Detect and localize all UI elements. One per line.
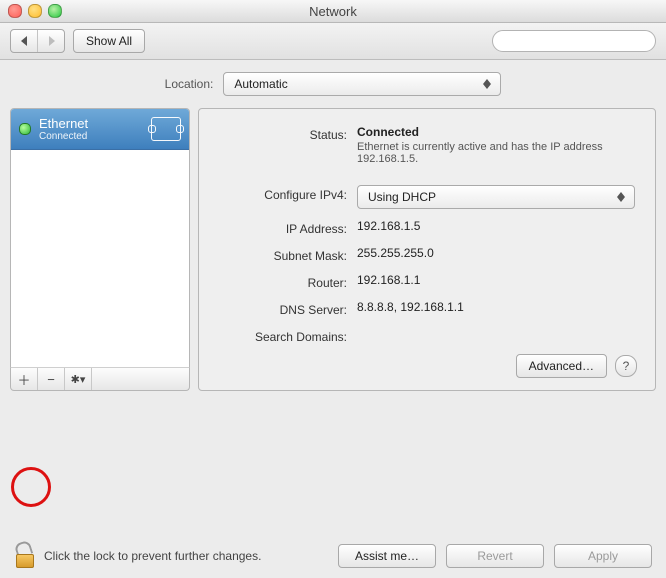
details-panel: Status: Connected Ethernet is currently … bbox=[198, 108, 656, 391]
nav-back-forward bbox=[10, 29, 65, 53]
lock-caption: Click the lock to prevent further change… bbox=[44, 549, 261, 563]
location-row: Location: Automatic bbox=[0, 60, 666, 108]
router-label: Router: bbox=[217, 273, 357, 290]
bottom-bar: Click the lock to prevent further change… bbox=[0, 534, 666, 578]
assist-me-button[interactable]: Assist me… bbox=[338, 544, 436, 568]
window-title: Network bbox=[0, 4, 666, 19]
toolbar: Show All bbox=[0, 23, 666, 60]
revert-button[interactable]: Revert bbox=[446, 544, 544, 568]
apply-button[interactable]: Apply bbox=[554, 544, 652, 568]
subnet-mask-label: Subnet Mask: bbox=[217, 246, 357, 263]
gear-icon: ✱▾ bbox=[71, 373, 86, 386]
dns-server-value: 8.8.8.8, 192.168.1.1 bbox=[357, 300, 637, 317]
search-input[interactable] bbox=[503, 33, 662, 49]
forward-button[interactable] bbox=[38, 30, 64, 52]
plus-icon: ＋ bbox=[17, 370, 30, 389]
status-label: Status: bbox=[217, 125, 357, 165]
ip-address-label: IP Address: bbox=[217, 219, 357, 236]
add-service-button[interactable]: ＋ bbox=[11, 368, 38, 390]
status-dot-green-icon bbox=[19, 123, 31, 135]
ethernet-icon bbox=[151, 117, 181, 141]
services-list[interactable]: Ethernet Connected bbox=[10, 108, 190, 368]
configure-ipv4-label: Configure IPv4: bbox=[217, 185, 357, 209]
service-actions-button[interactable]: ✱▾ bbox=[65, 368, 92, 390]
minus-icon: − bbox=[47, 372, 55, 387]
location-value: Automatic bbox=[234, 77, 287, 91]
services-list-footer: ＋ − ✱▾ bbox=[10, 367, 190, 391]
search-field[interactable] bbox=[492, 30, 656, 52]
status-value: Connected bbox=[357, 125, 637, 139]
service-row-ethernet[interactable]: Ethernet Connected bbox=[11, 109, 189, 150]
router-value: 192.168.1.1 bbox=[357, 273, 637, 290]
search-domains-label: Search Domains: bbox=[217, 327, 357, 344]
remove-service-button[interactable]: − bbox=[38, 368, 65, 390]
service-status: Connected bbox=[39, 131, 151, 142]
titlebar: Network bbox=[0, 0, 666, 23]
back-button[interactable] bbox=[11, 30, 38, 52]
configure-ipv4-value: Using DHCP bbox=[368, 190, 436, 204]
help-button[interactable]: ? bbox=[615, 355, 637, 377]
configure-ipv4-popup[interactable]: Using DHCP bbox=[357, 185, 635, 209]
chevron-updown-icon bbox=[614, 192, 628, 202]
annotation-red-circle bbox=[11, 467, 51, 507]
lock-button[interactable] bbox=[14, 544, 34, 568]
content-body: Ethernet Connected ＋ − ✱▾ bbox=[0, 108, 666, 391]
network-prefs-window: Network Show All Location: Automatic bbox=[0, 0, 666, 578]
status-description: Ethernet is currently active and has the… bbox=[357, 141, 617, 165]
help-icon: ? bbox=[623, 359, 630, 373]
services-sidebar: Ethernet Connected ＋ − ✱▾ bbox=[10, 108, 190, 391]
subnet-mask-value: 255.255.255.0 bbox=[357, 246, 637, 263]
location-popup[interactable]: Automatic bbox=[223, 72, 501, 96]
search-domains-value bbox=[357, 327, 637, 344]
chevron-updown-icon bbox=[480, 79, 494, 89]
show-all-button[interactable]: Show All bbox=[73, 29, 145, 53]
location-label: Location: bbox=[165, 77, 214, 91]
ip-address-value: 192.168.1.5 bbox=[357, 219, 637, 236]
dns-server-label: DNS Server: bbox=[217, 300, 357, 317]
advanced-button[interactable]: Advanced… bbox=[516, 354, 607, 378]
service-name: Ethernet bbox=[39, 116, 151, 131]
